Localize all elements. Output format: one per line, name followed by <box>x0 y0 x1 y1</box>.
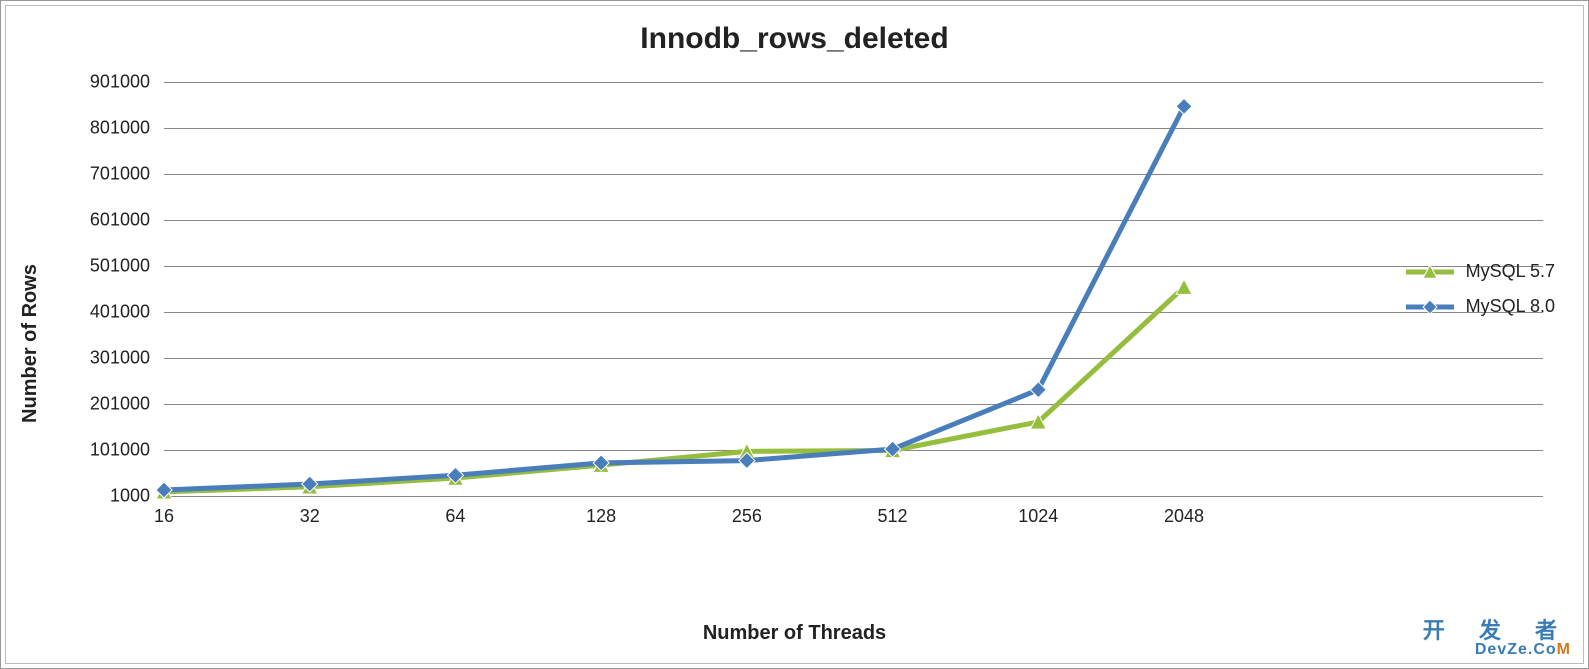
legend-label: MySQL 8.0 <box>1466 296 1555 317</box>
watermark-en: DevZe.CoM <box>1423 642 1571 659</box>
x-axis-label: Number of Threads <box>6 620 1583 663</box>
legend: MySQL 5.7 MySQL 8.0 <box>1404 261 1555 331</box>
series-line <box>164 106 1184 490</box>
watermark-en-pre: DevZe.Co <box>1475 641 1557 658</box>
legend-item: MySQL 8.0 <box>1404 296 1555 317</box>
legend-item: MySQL 5.7 <box>1404 261 1555 282</box>
legend-swatch-icon <box>1404 262 1456 282</box>
legend-label: MySQL 5.7 <box>1466 261 1555 282</box>
chart-container: Innodb_rows_deleted Number of Rows 10001… <box>5 5 1584 664</box>
legend-swatch-icon <box>1404 297 1456 317</box>
chart-title: Innodb_rows_deleted <box>6 6 1583 66</box>
watermark-cn: 开 发 者 <box>1423 619 1571 642</box>
watermark-en-m: M <box>1557 641 1571 658</box>
y-axis-label: Number of Rows <box>19 264 42 423</box>
chart-frame: Innodb_rows_deleted Number of Rows 10001… <box>0 0 1589 669</box>
y-axis-label-container: Number of Rows <box>6 66 54 620</box>
watermark: 开 发 者 DevZe.CoM <box>1423 619 1571 659</box>
plot-svg <box>64 76 1194 536</box>
chart-row: Number of Rows 1000101000201000301000401… <box>6 66 1583 620</box>
data-point <box>1176 279 1192 294</box>
plot-area: 1000101000201000301000401000501000601000… <box>64 76 1553 536</box>
